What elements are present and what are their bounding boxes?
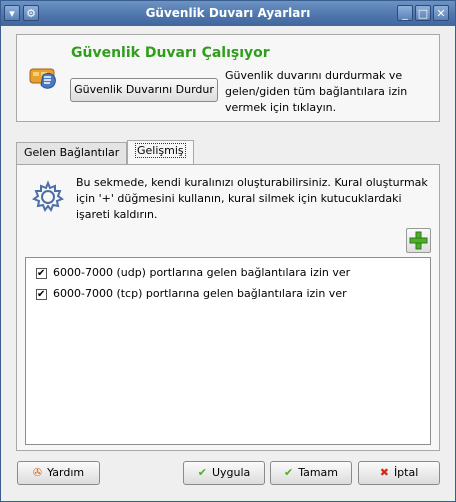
- window-title: Güvenlik Duvarı Ayarları: [145, 6, 311, 20]
- firewall-settings-window: ▾ ⚙ Güvenlik Duvarı Ayarları _ □ ✕ Güven…: [0, 0, 456, 502]
- stop-description: Güvenlik duvarını durdurmak ve gelen/gid…: [225, 69, 408, 114]
- check-icon: ✔: [197, 466, 207, 479]
- cancel-button-label: İptal: [393, 466, 419, 479]
- rule-checkbox[interactable]: [36, 265, 47, 283]
- rule-list: 6000-7000 (udp) portlarına gelen bağlant…: [25, 257, 431, 445]
- apply-button-label: Uygula: [211, 466, 251, 479]
- plus-icon: [409, 231, 428, 250]
- rule-checkbox[interactable]: [36, 286, 47, 304]
- rule-label: 6000-7000 (udp) portlarına gelen bağlant…: [53, 266, 351, 279]
- gear-icon: [31, 180, 65, 213]
- minimize-icon[interactable]: _: [397, 5, 413, 21]
- advanced-info-text: Bu sekmede, kendi kuralınızı oluşturabil…: [76, 176, 428, 221]
- maximize-icon[interactable]: □: [415, 5, 431, 21]
- help-button-label: Yardım: [47, 466, 85, 479]
- ok-button[interactable]: ✔ Tamam: [270, 461, 352, 485]
- close-icon[interactable]: ✕: [433, 5, 449, 21]
- cancel-x-icon: ✖: [379, 466, 389, 479]
- ok-button-label: Tamam: [298, 466, 339, 479]
- tab-advanced-label: Gelişmiş: [135, 143, 186, 158]
- check-icon: ✔: [283, 466, 294, 479]
- firewall-status-panel: Güvenlik Duvarı Çalışıyor Güvenlik Duvar…: [16, 34, 440, 122]
- tab-incoming-connections[interactable]: Gelen Bağlantılar: [16, 142, 128, 164]
- tab-advanced[interactable]: Gelişmiş: [127, 140, 194, 165]
- help-button[interactable]: ✇ Yardım: [17, 461, 100, 485]
- advanced-tab-panel: Bu sekmede, kendi kuralınızı oluşturabil…: [16, 164, 440, 451]
- apply-button[interactable]: ✔ Uygula: [183, 461, 265, 485]
- help-icon: ✇: [32, 466, 43, 479]
- stop-firewall-button[interactable]: Güvenlik Duvarını Durdur: [70, 78, 218, 102]
- add-rule-button[interactable]: [406, 228, 431, 253]
- rule-label: 6000-7000 (tcp) portlarına gelen bağlant…: [53, 287, 347, 300]
- title-bar[interactable]: ▾ ⚙ Güvenlik Duvarı Ayarları _ □ ✕: [1, 1, 455, 26]
- cancel-button[interactable]: ✖ İptal: [358, 461, 440, 485]
- status-title: Güvenlik Duvarı Çalışıyor: [71, 45, 270, 61]
- firewall-shield-icon: [29, 68, 56, 89]
